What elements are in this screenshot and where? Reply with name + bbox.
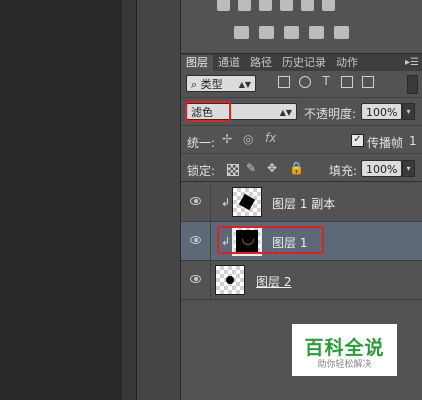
divider — [210, 261, 211, 300]
fill-input[interactable]: 100% — [361, 160, 402, 177]
layer-thumbnail[interactable] — [232, 187, 262, 217]
search-icon: ⌕ — [191, 78, 201, 91]
opacity-slider-button[interactable]: ▾ — [402, 103, 415, 120]
threshold-icon[interactable] — [284, 26, 299, 39]
exposure-icon[interactable] — [280, 0, 293, 11]
opacity-label: 不透明度: — [304, 107, 357, 121]
panel-menu-icon[interactable]: ▸☰ — [405, 57, 419, 68]
posterize-icon[interactable] — [259, 26, 274, 39]
layer-name[interactable]: 图层 2 — [256, 273, 291, 290]
tab-channels[interactable]: 通道 — [213, 55, 245, 71]
watermark-subtitle: 助你轻松解决 — [317, 360, 372, 370]
fill-slider-button[interactable]: ▾ — [402, 160, 415, 177]
smart-object-filter-icon[interactable] — [362, 76, 374, 88]
divider — [181, 181, 422, 182]
divider — [181, 153, 422, 154]
propagate-label: 传播帧 — [367, 136, 404, 150]
lock-label: 锁定: — [187, 164, 216, 178]
canvas-area — [0, 0, 122, 400]
panel-tabs: 图层 通道 路径 历史记录 动作 ▸☰ — [181, 53, 422, 71]
chevron-updown-icon: ▲▼ — [279, 108, 292, 117]
unify-position-icon[interactable]: ✢ — [222, 132, 232, 146]
adjustments-row-1 — [217, 0, 335, 11]
clipping-arrow-icon: ↲ — [221, 196, 231, 209]
divider — [210, 222, 211, 261]
divider — [181, 97, 422, 98]
divider — [181, 125, 422, 126]
fill-label: 填充: — [329, 164, 358, 178]
pixel-filter-icon[interactable] — [278, 76, 290, 88]
lock-all-icon[interactable]: 🔒 — [289, 161, 304, 175]
chevron-updown-icon: ▲▼ — [238, 80, 251, 89]
panel-gutter — [136, 0, 180, 400]
tab-history[interactable]: 历史记录 — [277, 55, 331, 71]
layer-row[interactable]: ↲ 图层 1 副本 — [181, 183, 422, 222]
opacity-input[interactable]: 100% — [361, 103, 402, 120]
watermark-title: 百科全说 — [304, 337, 385, 359]
tab-paths[interactable]: 路径 — [245, 55, 277, 71]
propagate-checkbox[interactable]: ✓ — [351, 134, 364, 147]
layer-row[interactable]: 图层 2 — [181, 261, 422, 300]
unify-visibility-icon[interactable]: ◎ — [243, 132, 253, 146]
diamond-shape-icon — [238, 193, 256, 211]
dot-shape-icon — [226, 276, 234, 284]
annotation-box-layer-1 — [217, 226, 324, 254]
watermark-logo: 百科全说 助你轻松解决 — [292, 324, 397, 376]
lock-pixels-icon[interactable]: ✎ — [246, 161, 256, 175]
eye-icon[interactable] — [190, 197, 202, 206]
layer-filter-dropdown[interactable]: ⌕ 类型 ▲▼ — [186, 75, 256, 92]
tab-actions[interactable]: 动作 — [331, 55, 363, 71]
brightness-icon[interactable] — [217, 0, 230, 11]
annotation-box-blend-mode — [185, 101, 231, 122]
filter-toggle[interactable] — [407, 75, 418, 94]
gradient-map-icon[interactable] — [309, 26, 324, 39]
tab-layers[interactable]: 图层 — [181, 55, 213, 71]
eye-icon[interactable] — [190, 236, 202, 245]
selective-color-icon[interactable] — [334, 26, 349, 39]
adjustments-row-2 — [234, 26, 349, 39]
layer-thumbnail[interactable] — [215, 265, 245, 295]
divider — [210, 183, 211, 222]
lock-transparency-icon[interactable] — [227, 164, 239, 176]
layer-name[interactable]: 图层 1 副本 — [272, 195, 335, 212]
adjustment-filter-icon[interactable] — [299, 76, 311, 88]
invert-icon[interactable] — [234, 26, 249, 39]
filter-kind-label: 类型 — [200, 78, 223, 91]
shape-filter-icon[interactable] — [341, 76, 353, 88]
type-filter-icon[interactable]: T — [320, 75, 332, 88]
panel-divider — [122, 0, 136, 400]
vibrance-icon[interactable] — [301, 0, 314, 11]
filter-icons: T — [278, 75, 374, 88]
unify-style-icon[interactable]: fx — [265, 131, 276, 145]
eye-icon[interactable] — [190, 275, 202, 284]
unify-label: 统一: — [187, 136, 216, 150]
curves-icon[interactable] — [259, 0, 272, 11]
propagate-count: 1 — [409, 134, 417, 148]
hue-icon[interactable] — [322, 0, 335, 11]
lock-position-icon[interactable]: ✥ — [267, 161, 277, 175]
levels-icon[interactable] — [238, 0, 251, 11]
